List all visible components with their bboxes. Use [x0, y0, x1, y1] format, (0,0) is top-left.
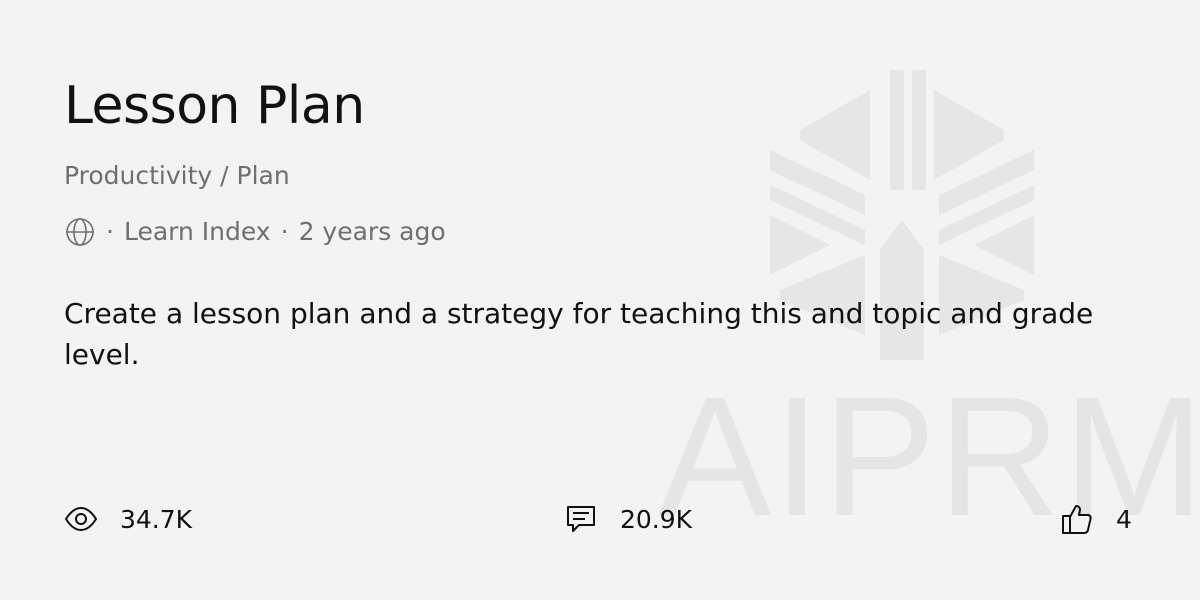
prompt-card: AIPRM Lesson Plan Productivity / Plan · …	[0, 0, 1200, 600]
thumbs-up-icon[interactable]	[1060, 502, 1094, 536]
author-name[interactable]: Learn Index	[124, 217, 271, 247]
likes-stat[interactable]: 4	[1060, 502, 1132, 536]
globe-icon	[64, 216, 96, 248]
category-breadcrumb[interactable]: Productivity / Plan	[64, 161, 290, 191]
page-title: Lesson Plan	[64, 76, 365, 136]
prompt-description: Create a lesson plan and a strategy for …	[64, 297, 1094, 371]
meta-separator: ·	[280, 217, 289, 246]
meta-separator: ·	[106, 217, 114, 246]
post-age: 2 years ago	[298, 217, 446, 246]
eye-icon	[64, 502, 98, 536]
content-area: Lesson Plan Productivity / Plan · Learn …	[64, 0, 1144, 600]
views-stat: 34.7K	[64, 502, 192, 536]
views-count: 34.7K	[120, 504, 193, 534]
likes-count: 4	[1116, 504, 1132, 534]
comment-icon	[564, 502, 598, 536]
comments-count: 20.9K	[620, 504, 693, 534]
comments-stat: 20.9K	[564, 502, 692, 536]
prompt-meta: · Learn Index · 2 years ago	[64, 216, 446, 248]
